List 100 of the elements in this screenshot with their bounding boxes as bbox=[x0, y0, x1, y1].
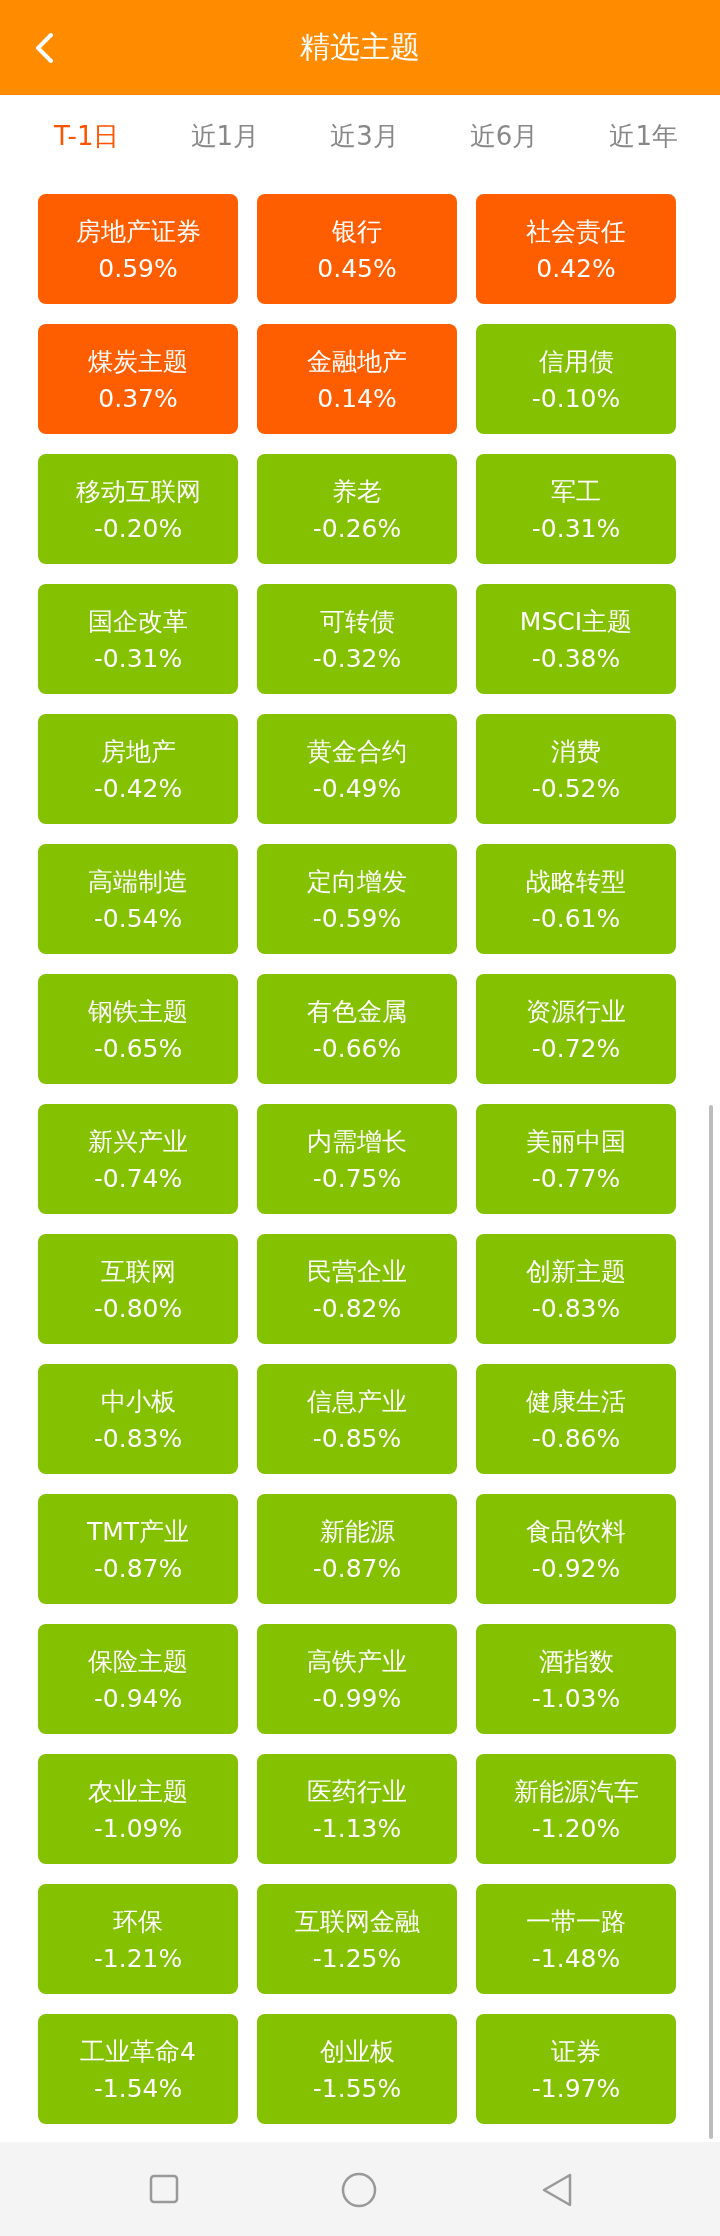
change-percent: -1.25% bbox=[312, 1944, 402, 1973]
theme-tile[interactable]: 金融地产 0.14% bbox=[257, 324, 457, 434]
theme-tile[interactable]: 创新主题 -0.83% bbox=[476, 1234, 676, 1344]
theme-name: 有色金属 bbox=[307, 996, 407, 1028]
change-percent: -0.75% bbox=[312, 1164, 402, 1193]
theme-tile[interactable]: 内需增长 -0.75% bbox=[257, 1104, 457, 1214]
change-percent: -0.52% bbox=[531, 774, 621, 803]
square-icon[interactable] bbox=[149, 2174, 179, 2204]
theme-tile[interactable]: 信息产业 -0.85% bbox=[257, 1364, 457, 1474]
change-percent: -0.31% bbox=[93, 644, 183, 673]
theme-tile[interactable]: 互联网 -0.80% bbox=[38, 1234, 238, 1344]
theme-name: 互联网 bbox=[100, 1256, 176, 1288]
theme-tile[interactable]: 养老 -0.26% bbox=[257, 454, 457, 564]
theme-tile[interactable]: 消费 -0.52% bbox=[476, 714, 676, 824]
period-tab[interactable]: 近6月 bbox=[467, 113, 541, 160]
theme-name: 信用债 bbox=[538, 346, 614, 378]
theme-tile[interactable]: 可转债 -0.32% bbox=[257, 584, 457, 694]
theme-tile[interactable]: 黄金合约 -0.49% bbox=[257, 714, 457, 824]
change-percent: -0.74% bbox=[93, 1164, 183, 1193]
period-tab[interactable]: 近1月 bbox=[188, 113, 262, 160]
theme-name: 创新主题 bbox=[526, 1256, 626, 1288]
theme-name: 健康生活 bbox=[526, 1386, 626, 1418]
theme-tile[interactable]: 互联网金融 -1.25% bbox=[257, 1884, 457, 1994]
change-percent: -0.99% bbox=[312, 1684, 402, 1713]
theme-name: 社会责任 bbox=[526, 216, 626, 248]
theme-tile[interactable]: 定向增发 -0.59% bbox=[257, 844, 457, 954]
theme-tile[interactable]: 房地产证券 0.59% bbox=[38, 194, 238, 304]
theme-tile[interactable]: 房地产 -0.42% bbox=[38, 714, 238, 824]
theme-tile[interactable]: 美丽中国 -0.77% bbox=[476, 1104, 676, 1214]
theme-tile[interactable]: TMT产业 -0.87% bbox=[38, 1494, 238, 1604]
change-percent: -1.09% bbox=[93, 1814, 183, 1843]
change-percent: -0.61% bbox=[531, 904, 621, 933]
theme-tile[interactable]: 移动互联网 -0.20% bbox=[38, 454, 238, 564]
theme-name: 民营企业 bbox=[307, 1256, 407, 1288]
change-percent: -0.94% bbox=[93, 1684, 183, 1713]
theme-tile[interactable]: 煤炭主题 0.37% bbox=[38, 324, 238, 434]
theme-name: 信息产业 bbox=[307, 1386, 407, 1418]
theme-tile[interactable]: 资源行业 -0.72% bbox=[476, 974, 676, 1084]
theme-tile[interactable]: 健康生活 -0.86% bbox=[476, 1364, 676, 1474]
theme-tile[interactable]: 环保 -1.21% bbox=[38, 1884, 238, 1994]
theme-name: 银行 bbox=[332, 216, 382, 248]
back-icon[interactable] bbox=[34, 33, 54, 63]
theme-tile[interactable]: 农业主题 -1.09% bbox=[38, 1754, 238, 1864]
theme-name: 证券 bbox=[551, 2036, 601, 2068]
change-percent: -0.38% bbox=[531, 644, 621, 673]
theme-tile[interactable]: 信用债 -0.10% bbox=[476, 324, 676, 434]
theme-tile[interactable]: 有色金属 -0.66% bbox=[257, 974, 457, 1084]
theme-tile[interactable]: 民营企业 -0.82% bbox=[257, 1234, 457, 1344]
back-triangle-icon[interactable] bbox=[541, 2172, 573, 2208]
change-percent: -0.80% bbox=[93, 1294, 183, 1323]
theme-tile[interactable]: 一带一路 -1.48% bbox=[476, 1884, 676, 1994]
theme-tile[interactable]: 工业革命4 -1.54% bbox=[38, 2014, 238, 2124]
theme-name: 食品饮料 bbox=[526, 1516, 626, 1548]
change-percent: -0.82% bbox=[312, 1294, 402, 1323]
theme-tile[interactable]: 医药行业 -1.13% bbox=[257, 1754, 457, 1864]
theme-name: 新能源汽车 bbox=[513, 1776, 639, 1808]
change-percent: -0.92% bbox=[531, 1554, 621, 1583]
theme-name: 军工 bbox=[551, 476, 601, 508]
theme-name: 战略转型 bbox=[526, 866, 626, 898]
theme-name: 美丽中国 bbox=[526, 1126, 626, 1158]
change-percent: -0.31% bbox=[531, 514, 621, 543]
theme-tile[interactable]: 战略转型 -0.61% bbox=[476, 844, 676, 954]
theme-name: 房地产证券 bbox=[75, 216, 201, 248]
change-percent: -0.83% bbox=[531, 1294, 621, 1323]
theme-name: 定向增发 bbox=[307, 866, 407, 898]
theme-tile[interactable]: 中小板 -0.83% bbox=[38, 1364, 238, 1474]
period-tab[interactable]: 近1年 bbox=[607, 113, 680, 160]
theme-tile[interactable]: 证券 -1.97% bbox=[476, 2014, 676, 2124]
change-percent: -1.97% bbox=[531, 2074, 621, 2103]
theme-tile[interactable]: 酒指数 -1.03% bbox=[476, 1624, 676, 1734]
circle-icon[interactable] bbox=[341, 2172, 377, 2208]
theme-tile[interactable]: 食品饮料 -0.92% bbox=[476, 1494, 676, 1604]
theme-tile[interactable]: MSCI主题 -0.38% bbox=[476, 584, 676, 694]
change-percent: -0.42% bbox=[93, 774, 183, 803]
change-percent: -1.13% bbox=[312, 1814, 402, 1843]
theme-tile[interactable]: 保险主题 -0.94% bbox=[38, 1624, 238, 1734]
theme-name: 高铁产业 bbox=[307, 1646, 407, 1678]
theme-tile[interactable]: 新能源汽车 -1.20% bbox=[476, 1754, 676, 1864]
change-percent: -0.59% bbox=[312, 904, 402, 933]
theme-tile[interactable]: 钢铁主题 -0.65% bbox=[38, 974, 238, 1084]
period-tab[interactable]: 近3月 bbox=[328, 113, 401, 160]
theme-tile[interactable]: 银行 0.45% bbox=[257, 194, 457, 304]
change-percent: -1.20% bbox=[531, 1814, 621, 1843]
change-percent: 0.37% bbox=[98, 384, 178, 413]
theme-tile[interactable]: 新能源 -0.87% bbox=[257, 1494, 457, 1604]
period-tab[interactable]: T-1日 bbox=[52, 113, 122, 160]
theme-tile[interactable]: 高铁产业 -0.99% bbox=[257, 1624, 457, 1734]
change-percent: -0.54% bbox=[93, 904, 183, 933]
change-percent: 0.59% bbox=[98, 254, 178, 283]
theme-name: 移动互联网 bbox=[75, 476, 201, 508]
theme-name: 环保 bbox=[113, 1906, 163, 1938]
theme-tile[interactable]: 国企改革 -0.31% bbox=[38, 584, 238, 694]
change-percent: -0.87% bbox=[312, 1554, 402, 1583]
theme-tile[interactable]: 创业板 -1.55% bbox=[257, 2014, 457, 2124]
theme-tile[interactable]: 新兴产业 -0.74% bbox=[38, 1104, 238, 1214]
theme-tile[interactable]: 社会责任 0.42% bbox=[476, 194, 676, 304]
change-percent: -0.85% bbox=[312, 1424, 402, 1453]
theme-tile[interactable]: 军工 -0.31% bbox=[476, 454, 676, 564]
theme-name: 一带一路 bbox=[526, 1906, 626, 1938]
theme-tile[interactable]: 高端制造 -0.54% bbox=[38, 844, 238, 954]
